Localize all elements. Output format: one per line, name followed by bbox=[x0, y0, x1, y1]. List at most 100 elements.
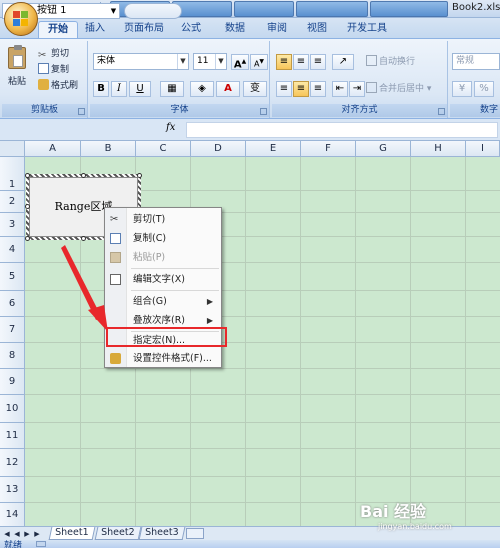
align-right-icon[interactable]: ≡ bbox=[310, 81, 326, 97]
row-header[interactable]: 10 bbox=[0, 395, 25, 423]
font-color-icon[interactable]: A bbox=[216, 81, 240, 97]
underline-button[interactable]: U bbox=[129, 81, 151, 97]
next-sheet-icon[interactable]: ▶ bbox=[23, 529, 31, 539]
insert-function-icon[interactable]: fx bbox=[166, 122, 175, 133]
resize-handle[interactable] bbox=[25, 236, 30, 241]
resize-handle[interactable] bbox=[81, 173, 86, 178]
align-left-icon[interactable]: ≡ bbox=[276, 81, 292, 97]
gridline bbox=[25, 316, 500, 317]
sheet-tab[interactable]: Sheet2 bbox=[94, 527, 142, 540]
menu-item-edit-text[interactable]: 编辑文字(X) bbox=[105, 270, 221, 289]
tab-developer[interactable]: 开发工具 bbox=[342, 21, 392, 38]
office-button[interactable] bbox=[4, 2, 38, 36]
tab-view[interactable]: 视图 bbox=[302, 21, 332, 38]
number-group-label: 数字 bbox=[450, 104, 500, 117]
fill-color-icon[interactable]: ◈ bbox=[190, 81, 214, 97]
currency-icon[interactable]: ¥ bbox=[452, 81, 472, 97]
row-header[interactable]: 3 bbox=[0, 213, 25, 237]
row-header[interactable]: 8 bbox=[0, 343, 25, 369]
align-middle-icon[interactable]: ≡ bbox=[293, 54, 309, 70]
dialog-launcher-icon[interactable] bbox=[260, 108, 267, 115]
italic-button[interactable]: I bbox=[111, 81, 127, 97]
align-bottom-icon[interactable]: ≡ bbox=[310, 54, 326, 70]
taskbar-button[interactable] bbox=[234, 1, 294, 17]
orientation-icon[interactable]: ↗ bbox=[332, 54, 354, 70]
chevron-down-icon[interactable]: ▼ bbox=[108, 4, 119, 18]
sheet-tab[interactable]: Sheet1 bbox=[48, 527, 96, 540]
menu-item-group[interactable]: 组合(G) ▶ bbox=[105, 292, 221, 311]
paste-icon[interactable] bbox=[8, 45, 26, 69]
tab-home[interactable]: 开始 bbox=[38, 21, 78, 38]
menu-item-format-control[interactable]: 设置控件格式(F)... bbox=[105, 349, 221, 368]
row-header[interactable]: 6 bbox=[0, 291, 25, 317]
decrease-indent-icon[interactable]: ⇤ bbox=[332, 81, 348, 97]
row-header[interactable]: 9 bbox=[0, 369, 25, 395]
dialog-launcher-icon[interactable] bbox=[438, 108, 445, 115]
menu-item-copy[interactable]: 复制(C) bbox=[105, 229, 221, 248]
column-header[interactable]: A bbox=[25, 141, 81, 157]
resize-handle[interactable] bbox=[25, 204, 30, 209]
watermark-brand: Bai 经验 bbox=[360, 502, 427, 521]
ribbon-tabs: 开始 插入 页面布局 公式 数据 审阅 视图 开发工具 bbox=[0, 18, 500, 38]
macro-record-icon[interactable] bbox=[36, 541, 46, 547]
sheet-tab[interactable]: Sheet3 bbox=[138, 527, 186, 540]
copy-button[interactable]: 复制 bbox=[38, 63, 69, 77]
bold-button[interactable]: B bbox=[93, 81, 109, 97]
number-format-combo[interactable]: 常规 bbox=[452, 53, 500, 70]
resize-handle[interactable] bbox=[81, 236, 86, 241]
worksheet-grid[interactable]: A B C D E F G H I 1 2 3 4 5 6 7 8 9 10 1… bbox=[0, 141, 500, 526]
taskbar-button[interactable] bbox=[370, 1, 448, 17]
format-painter-button[interactable]: 格式刷 bbox=[38, 79, 78, 93]
column-header[interactable]: D bbox=[191, 141, 246, 157]
watermark: Bai 经验 jingyan.baidu.com bbox=[360, 498, 452, 531]
phonetic-button[interactable]: 变 bbox=[243, 81, 267, 97]
column-header[interactable]: F bbox=[301, 141, 356, 157]
tab-page-layout[interactable]: 页面布局 bbox=[120, 21, 168, 38]
increase-indent-icon[interactable]: ⇥ bbox=[349, 81, 365, 97]
paste-button[interactable]: 粘贴 bbox=[8, 75, 26, 89]
taskbar-button[interactable] bbox=[296, 1, 368, 17]
wrap-text-button[interactable]: 自动换行 bbox=[366, 55, 415, 69]
tab-data[interactable]: 数据 bbox=[220, 21, 250, 38]
row-header[interactable]: 12 bbox=[0, 449, 25, 477]
borders-icon[interactable]: ▦ bbox=[160, 81, 184, 97]
insert-sheet-icon[interactable] bbox=[186, 528, 204, 539]
ribbon: 粘贴 ✂ 剪切 复制 格式刷 剪贴板 宋体 ▼ 11 ▼ A▲ A▼ B I U ▦ … bbox=[0, 38, 500, 119]
row-header[interactable]: 2 bbox=[0, 191, 25, 213]
window-title: Book2.xls bbox=[452, 2, 500, 13]
row-header[interactable]: 7 bbox=[0, 317, 25, 343]
prev-sheet-icon[interactable]: ◀ bbox=[13, 529, 21, 539]
row-header[interactable]: 11 bbox=[0, 423, 25, 449]
column-header[interactable]: G bbox=[356, 141, 411, 157]
formula-input[interactable] bbox=[186, 122, 498, 138]
align-top-icon[interactable]: ≡ bbox=[276, 54, 292, 70]
resize-handle[interactable] bbox=[137, 173, 142, 178]
align-center-icon[interactable]: ≡ bbox=[293, 81, 309, 97]
select-all-corner[interactable] bbox=[0, 141, 25, 157]
row-header[interactable]: 13 bbox=[0, 477, 25, 503]
tab-formulas[interactable]: 公式 bbox=[176, 21, 206, 38]
font-name-combo[interactable]: 宋体 ▼ bbox=[93, 53, 189, 70]
merge-center-button[interactable]: 合并后居中 ▾ bbox=[366, 82, 431, 96]
menu-item-cut[interactable]: ✂ 剪切(T) bbox=[105, 210, 221, 229]
column-header[interactable]: E bbox=[246, 141, 301, 157]
percent-icon[interactable]: % bbox=[474, 81, 494, 97]
cut-button[interactable]: ✂ 剪切 bbox=[38, 47, 69, 61]
shrink-font-button[interactable]: A▼ bbox=[250, 54, 268, 70]
resize-handle[interactable] bbox=[25, 173, 30, 178]
last-sheet-icon[interactable]: ▶ bbox=[33, 529, 41, 539]
column-header[interactable]: I bbox=[466, 141, 500, 157]
column-header[interactable]: H bbox=[411, 141, 466, 157]
row-header[interactable]: 5 bbox=[0, 263, 25, 291]
tab-insert[interactable]: 插入 bbox=[80, 21, 110, 38]
row-header[interactable]: 14 bbox=[0, 503, 25, 526]
font-size-combo[interactable]: 11 ▼ bbox=[193, 53, 227, 70]
first-sheet-icon[interactable]: ◀ bbox=[3, 529, 11, 539]
grow-font-button[interactable]: A▲ bbox=[231, 54, 249, 70]
tab-review[interactable]: 审阅 bbox=[262, 21, 292, 38]
row-header[interactable]: 1 bbox=[0, 157, 25, 191]
dialog-launcher-icon[interactable] bbox=[78, 108, 85, 115]
row-header[interactable]: 4 bbox=[0, 237, 25, 263]
column-header[interactable]: B bbox=[81, 141, 136, 157]
column-header[interactable]: C bbox=[136, 141, 191, 157]
